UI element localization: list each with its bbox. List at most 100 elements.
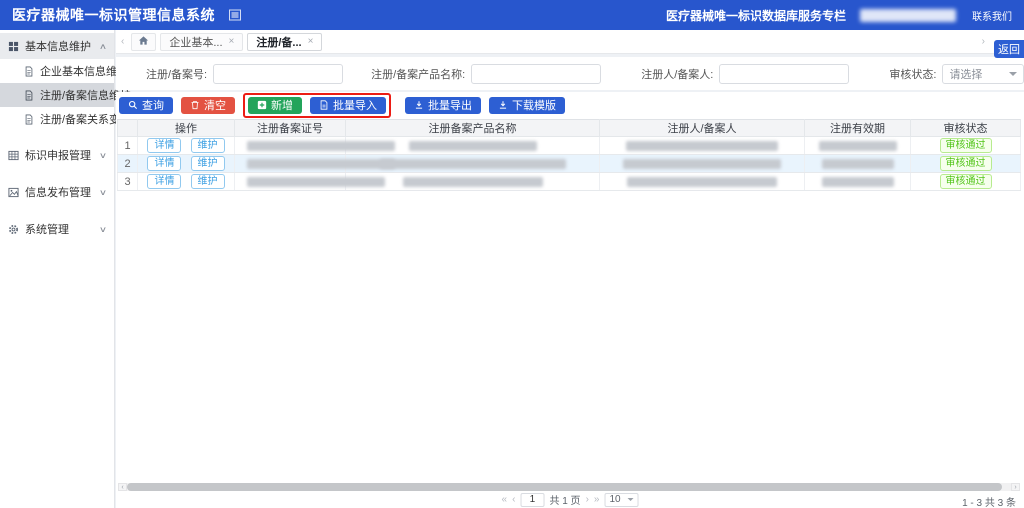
query-button[interactable]: 查询: [119, 97, 173, 114]
horizontal-scrollbar: ‹ ›: [118, 483, 1020, 491]
pagination-bar: « ‹ 共 1 页 › » 10 1 - 3 共 3 条: [116, 491, 1024, 508]
scroll-right-icon[interactable]: ›: [1011, 483, 1020, 491]
col-operation: 操作: [138, 120, 235, 137]
scroll-left-icon[interactable]: ‹: [118, 483, 127, 491]
add-button[interactable]: 新增: [248, 97, 302, 114]
tab-registration[interactable]: 注册/备... ×: [247, 33, 322, 51]
scrollbar-track[interactable]: [127, 483, 1011, 491]
gear-icon: [8, 224, 19, 235]
status-cell: 审核通过: [911, 137, 1021, 155]
image-icon: [8, 187, 19, 198]
maintain-button[interactable]: 维护: [191, 156, 225, 171]
sidebar-item-registration-info[interactable]: 注册/备案信息维护: [0, 83, 114, 107]
table-header-row: 操作 注册备案证号 注册备案产品名称 注册人/备案人 注册有效期 审核状态: [118, 120, 1021, 137]
page-size-value: 10: [609, 494, 620, 505]
status-badge: 审核通过: [940, 156, 992, 171]
total-pages-label: 共 1 页: [549, 492, 580, 507]
next-page-icon[interactable]: ›: [586, 494, 589, 505]
product-name-cell: [346, 155, 600, 173]
redacted-text: [247, 141, 395, 151]
back-button[interactable]: 返回: [994, 40, 1024, 58]
chevron-up-icon: ∧: [99, 42, 107, 51]
download-icon: [414, 100, 424, 110]
registrant-label: 注册人/备案人:: [641, 66, 713, 82]
home-icon: [138, 35, 149, 49]
last-page-icon[interactable]: »: [594, 494, 600, 505]
sidebar-group-label: 信息发布管理: [25, 184, 91, 200]
clear-button[interactable]: 清空: [181, 97, 235, 114]
maintain-button[interactable]: 维护: [191, 138, 225, 153]
detail-button[interactable]: 详情: [147, 156, 181, 171]
redacted-text: [380, 159, 566, 169]
audit-status-select[interactable]: 请选择: [942, 64, 1024, 84]
table-row: 3 详情 维护: [118, 173, 1021, 191]
chevron-down-icon: ∨: [99, 151, 107, 160]
registrant-input[interactable]: [719, 64, 849, 84]
app-title: 医疗器械唯一标识管理信息系统: [12, 5, 215, 25]
document-icon: [24, 66, 34, 77]
audit-status-label: 审核状态:: [889, 66, 936, 82]
chevron-down-icon: ∨: [99, 225, 107, 234]
batch-import-button[interactable]: 批量导入: [310, 97, 386, 114]
cert-no-cell: [235, 137, 346, 155]
page-size-select[interactable]: 10: [604, 493, 638, 507]
col-index: [118, 120, 138, 137]
audit-status-value: 请选择: [949, 66, 982, 82]
sidebar-group-label: 标识申报管理: [25, 147, 91, 163]
prev-page-icon[interactable]: ‹: [512, 494, 515, 505]
row-index: 2: [118, 155, 138, 173]
contact-link[interactable]: 联系我们: [972, 8, 1012, 23]
tab-label: 注册/备...: [256, 34, 301, 50]
trash-icon: [190, 100, 200, 110]
col-validity: 注册有效期: [805, 120, 911, 137]
plus-square-icon: [257, 100, 267, 110]
chevron-down-icon: ∨: [99, 188, 107, 197]
registrant-cell: [600, 173, 805, 191]
maintain-button[interactable]: 维护: [191, 174, 225, 189]
product-name-input[interactable]: [471, 64, 601, 84]
redacted-text: [626, 141, 778, 151]
close-icon[interactable]: ×: [229, 36, 235, 47]
col-audit-status: 审核状态: [911, 120, 1021, 137]
file-import-icon: [319, 100, 329, 110]
validity-cell: [805, 137, 911, 155]
sidebar-group-label: 基本信息维护: [25, 38, 91, 54]
col-registrant: 注册人/备案人: [600, 120, 805, 137]
grid-icon: [8, 41, 19, 52]
sidebar-group-label: 系统管理: [25, 221, 69, 237]
sidebar-item-relation-change[interactable]: 注册/备案关系变更: [0, 107, 114, 131]
first-page-icon[interactable]: «: [502, 494, 508, 505]
page-number-input[interactable]: [520, 493, 544, 507]
sidebar-group-basic-info[interactable]: 基本信息维护 ∧: [0, 33, 114, 59]
batch-export-button[interactable]: 批量导出: [405, 97, 481, 114]
sidebar-item-company-info[interactable]: 企业基本信息维护: [0, 59, 114, 83]
sidebar-group-info-publish[interactable]: 信息发布管理 ∨: [0, 179, 114, 205]
chevron-down-icon: [1009, 72, 1017, 80]
redacted-text: [627, 177, 777, 187]
app-window: 医疗器械唯一标识管理信息系统 医疗器械唯一标识数据库服务专栏 联系我们 基本信息…: [0, 0, 1024, 508]
tab-label: 企业基本...: [169, 34, 222, 50]
redacted-text: [822, 177, 894, 187]
sidebar-group-label-declare[interactable]: 标识申报管理 ∨: [0, 142, 114, 168]
close-icon[interactable]: ×: [308, 36, 314, 47]
scrollbar-thumb[interactable]: [127, 483, 1002, 491]
sidebar-group-system[interactable]: 系统管理 ∨: [0, 216, 114, 242]
cert-no-cell: [235, 173, 346, 191]
download-template-button[interactable]: 下载模版: [489, 97, 565, 114]
row-index: 3: [118, 173, 138, 191]
validity-cell: [805, 155, 911, 173]
reg-no-input[interactable]: [213, 64, 343, 84]
tabs-scroll-left-icon[interactable]: ‹: [116, 36, 129, 47]
tab-home[interactable]: [131, 33, 156, 51]
validity-cell: [805, 173, 911, 191]
detail-button[interactable]: 详情: [147, 138, 181, 153]
detail-button[interactable]: 详情: [147, 174, 181, 189]
tab-company-basic[interactable]: 企业基本... ×: [160, 33, 243, 51]
filter-panel: 注册/备案号: 注册/备案产品名称: 注册人/备案人: 审核状态: 请选择: [116, 57, 1024, 90]
sidebar-collapse-icon[interactable]: [229, 9, 241, 21]
registrant-cell: [600, 155, 805, 173]
status-badge: 审核通过: [940, 138, 992, 153]
redacted-text: [822, 159, 894, 169]
table-icon: [8, 150, 19, 161]
tabs-scroll-right-icon[interactable]: ›: [977, 36, 990, 47]
